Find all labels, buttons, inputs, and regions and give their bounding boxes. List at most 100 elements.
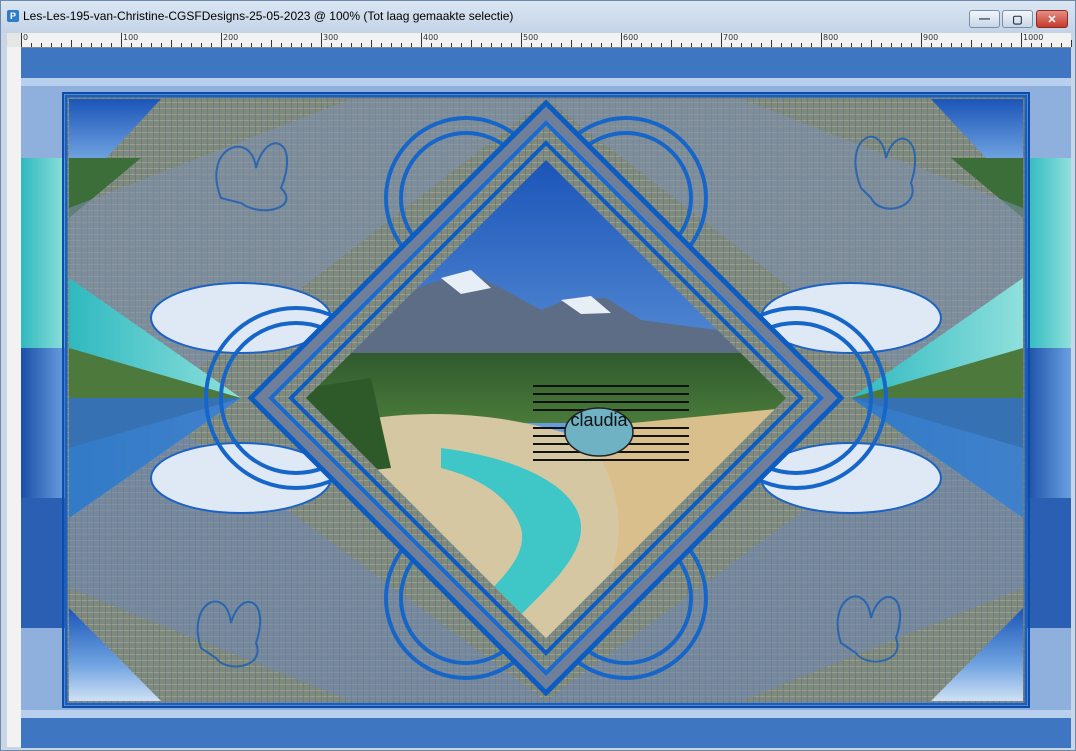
ruler-tick xyxy=(601,43,602,47)
ruler-label: 300 xyxy=(323,33,339,42)
minimize-button[interactable]: — xyxy=(969,10,1000,28)
ruler-tick xyxy=(701,43,702,47)
ruler-tick xyxy=(31,43,32,47)
ruler-tick xyxy=(821,33,822,47)
ruler-tick xyxy=(221,33,222,47)
ruler-label: 1000 xyxy=(1023,33,1044,42)
ruler-tick xyxy=(681,43,682,47)
ruler-tick xyxy=(361,43,362,47)
ruler-tick xyxy=(551,43,552,47)
ruler-tick xyxy=(961,43,962,47)
close-button[interactable]: ✕ xyxy=(1036,10,1068,28)
ruler-tick xyxy=(481,43,482,47)
ruler-label: 400 xyxy=(423,33,439,42)
ruler-tick xyxy=(81,43,82,47)
ruler-tick xyxy=(301,43,302,47)
ruler-tick xyxy=(531,43,532,47)
ruler-tick xyxy=(461,43,462,47)
ruler-tick xyxy=(851,43,852,47)
ruler-tick xyxy=(191,43,192,47)
ruler-tick xyxy=(621,33,622,47)
ruler-label: 200 xyxy=(223,33,239,42)
ruler-tick xyxy=(61,43,62,47)
ruler-tick xyxy=(91,43,92,47)
ruler-tick xyxy=(631,43,632,47)
ruler-tick xyxy=(891,43,892,47)
ruler-tick xyxy=(41,43,42,47)
ruler-tick xyxy=(101,43,102,47)
ruler-tick xyxy=(491,43,492,47)
artwork: claudia xyxy=(21,48,1071,748)
ruler-corner xyxy=(7,33,21,47)
ruler-tick xyxy=(131,43,132,47)
ruler-tick xyxy=(711,43,712,47)
ruler-tick xyxy=(1031,43,1032,47)
ruler-tick xyxy=(541,43,542,47)
ruler-tick xyxy=(251,43,252,47)
ruler-tick xyxy=(391,43,392,47)
ruler-tick xyxy=(381,43,382,47)
ruler-tick xyxy=(291,43,292,47)
ruler-tick xyxy=(151,43,152,47)
watermark-text: claudia xyxy=(570,410,628,430)
ruler-tick xyxy=(171,40,172,47)
ruler-tick xyxy=(911,43,912,47)
ruler-tick xyxy=(201,43,202,47)
ruler-tick xyxy=(501,43,502,47)
minimize-icon: — xyxy=(979,13,990,25)
ruler-tick xyxy=(721,33,722,47)
ruler-tick xyxy=(441,43,442,47)
ruler-tick xyxy=(981,43,982,47)
ruler-label: 900 xyxy=(923,33,939,42)
ruler-tick xyxy=(21,33,22,47)
ruler-tick xyxy=(971,40,972,47)
ruler-tick xyxy=(761,43,762,47)
ruler-tick xyxy=(901,43,902,47)
ruler-tick xyxy=(331,43,332,47)
ruler-tick xyxy=(511,43,512,47)
ruler-tick xyxy=(401,43,402,47)
ruler-tick xyxy=(1011,43,1012,47)
ruler-tick xyxy=(871,40,872,47)
ruler-tick xyxy=(351,43,352,47)
ruler-tick xyxy=(1001,43,1002,47)
ruler-tick xyxy=(321,33,322,47)
image-window: P Les-Les-195-van-Christine-CGSFDesigns-… xyxy=(0,0,1076,751)
vertical-ruler xyxy=(7,47,22,747)
ruler-tick xyxy=(831,43,832,47)
ruler-tick xyxy=(141,43,142,47)
ruler-tick xyxy=(861,43,862,47)
image-canvas[interactable]: claudia xyxy=(21,48,1071,748)
ruler-tick xyxy=(651,43,652,47)
ruler-label: 100 xyxy=(123,33,139,42)
ruler-tick xyxy=(341,43,342,47)
ruler-tick xyxy=(791,43,792,47)
ruler-tick xyxy=(181,43,182,47)
ruler-tick xyxy=(581,43,582,47)
ruler-tick xyxy=(431,43,432,47)
ruler-tick xyxy=(751,43,752,47)
ruler-label: 500 xyxy=(523,33,539,42)
maximize-icon: ▢ xyxy=(1012,13,1023,26)
ruler-tick xyxy=(1041,43,1042,47)
ruler-tick xyxy=(261,43,262,47)
ruler-tick xyxy=(781,43,782,47)
ruler-tick xyxy=(311,43,312,47)
ruler-tick xyxy=(661,43,662,47)
maximize-button[interactable]: ▢ xyxy=(1002,10,1033,28)
ruler-tick xyxy=(561,43,562,47)
horizontal-ruler: 0 100 200 300 400 500 600 700 800 900 1000 xyxy=(21,33,1072,48)
ruler-tick xyxy=(51,43,52,47)
ruler-tick xyxy=(521,33,522,47)
ruler-tick xyxy=(231,43,232,47)
ruler-tick xyxy=(161,43,162,47)
title-bar[interactable]: P Les-Les-195-van-Christine-CGSFDesigns-… xyxy=(1,1,1075,33)
ruler-tick xyxy=(801,43,802,47)
ruler-tick xyxy=(951,43,952,47)
ruler-tick xyxy=(271,40,272,47)
window-title: Les-Les-195-van-Christine-CGSFDesigns-25… xyxy=(23,9,514,23)
close-icon: ✕ xyxy=(1047,13,1057,26)
ruler-tick xyxy=(471,40,472,47)
ruler-tick xyxy=(931,43,932,47)
ruler-tick xyxy=(921,33,922,47)
